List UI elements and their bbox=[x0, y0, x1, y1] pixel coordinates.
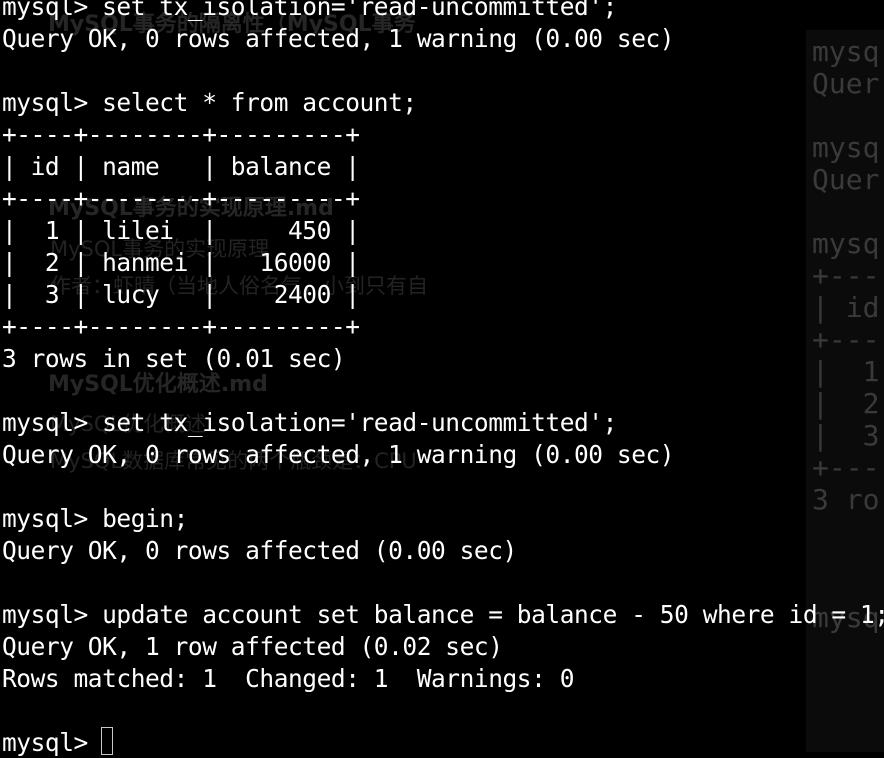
terminal-line: Rows matched: 1 Changed: 1 Warnings: 0 bbox=[2, 664, 575, 693]
terminal-output[interactable]: mysql> set tx_isolation='read-uncommitte… bbox=[0, 0, 884, 758]
terminal-line: | 2 | hanmei | 16000 | bbox=[2, 248, 360, 277]
terminal-line: Query OK, 0 rows affected, 1 warning (0.… bbox=[2, 24, 675, 53]
terminal-line: mysql> set tx_isolation='read-uncommitte… bbox=[2, 0, 617, 21]
terminal-line: | 1 | lilei | 450 | bbox=[2, 216, 360, 245]
terminal-line: 3 rows in set (0.01 sec) bbox=[2, 344, 346, 373]
terminal-line: | id | name | balance | bbox=[2, 152, 360, 181]
terminal-line: Query OK, 0 rows affected, 1 warning (0.… bbox=[2, 440, 675, 469]
terminal-line: +----+--------+---------+ bbox=[2, 312, 360, 341]
terminal-line: +----+--------+---------+ bbox=[2, 120, 360, 149]
terminal-line: Query OK, 0 rows affected (0.00 sec) bbox=[2, 536, 517, 565]
terminal-cursor bbox=[101, 727, 113, 755]
terminal-line: | 3 | lucy | 2400 | bbox=[2, 280, 360, 309]
terminal-line: +----+--------+---------+ bbox=[2, 184, 360, 213]
terminal-line: mysql> update account set balance = bala… bbox=[2, 600, 884, 629]
terminal-line: mysql> set tx_isolation='read-uncommitte… bbox=[2, 408, 617, 437]
terminal-line: mysql> bbox=[2, 728, 103, 757]
terminal-line: mysql> select * from account; bbox=[2, 88, 417, 117]
terminal-line: Query OK, 1 row affected (0.02 sec) bbox=[2, 632, 503, 661]
terminal-window[interactable]: MySQL事务的隔离性（MySQL事务 MySQL事务的实现原理.md MySQ… bbox=[0, 0, 884, 758]
terminal-line: mysql> begin; bbox=[2, 504, 188, 533]
